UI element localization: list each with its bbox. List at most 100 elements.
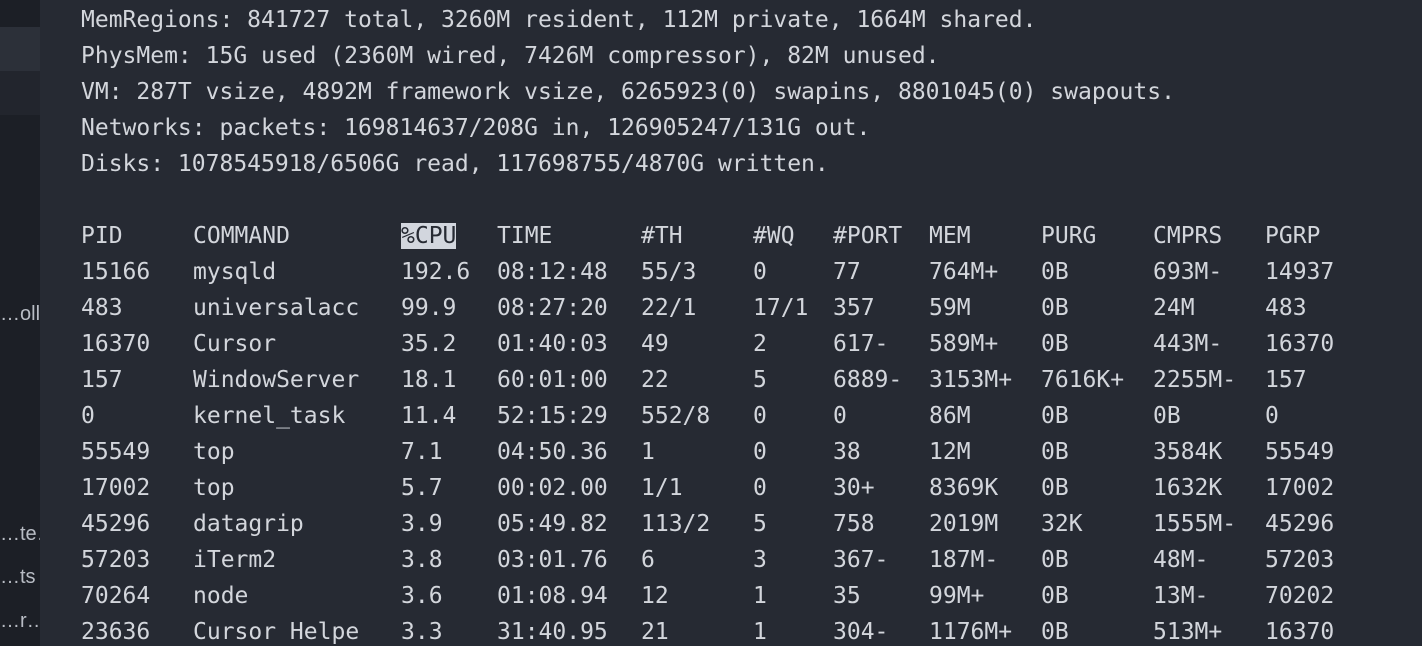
column-header-pgrp: PGRP	[1265, 223, 1321, 249]
cell-threads: 1/1	[641, 475, 683, 501]
cell-cpu: 3.6	[401, 583, 443, 609]
cell-command: top	[193, 439, 235, 465]
cell-wq: 0	[753, 475, 767, 501]
cell-threads: 21	[641, 619, 669, 645]
summary-networks: Networks: packets: 169814637/208G in, 12…	[81, 115, 871, 141]
column-header-purg: PURG	[1041, 223, 1097, 249]
cell-pgrp: 0	[1265, 403, 1279, 429]
cell-purg: 32K	[1041, 511, 1083, 537]
cell-cmprs: 1555M-	[1153, 511, 1237, 537]
sidebar-selected-item[interactable]	[0, 27, 40, 71]
cell-threads: 55/3	[641, 259, 697, 285]
cell-cpu: 99.9	[401, 295, 457, 321]
cell-mem: 3153M+	[929, 367, 1013, 393]
cell-cpu: 11.4	[401, 403, 457, 429]
cell-pgrp: 17002	[1265, 475, 1335, 501]
cell-purg: 0B	[1041, 403, 1069, 429]
cell-wq: 0	[753, 259, 767, 285]
cell-pid: 16370	[81, 331, 151, 357]
cell-pid: 57203	[81, 547, 151, 573]
cell-ports: 357	[833, 295, 875, 321]
cell-mem: 12M	[929, 439, 971, 465]
cell-time: 08:27:20	[497, 295, 608, 321]
cell-ports: 367-	[833, 547, 889, 573]
sidebar-item-label[interactable]: …r…	[0, 609, 40, 633]
cell-time: 05:49.82	[497, 511, 608, 537]
cell-command: Cursor Helpe	[193, 619, 360, 645]
cell-pgrp: 55549	[1265, 439, 1335, 465]
cell-pgrp: 16370	[1265, 331, 1335, 357]
cell-time: 00:02.00	[497, 475, 608, 501]
cell-pid: 15166	[81, 259, 151, 285]
column-header-cmprs: CMPRS	[1153, 223, 1223, 249]
cell-ports: 617-	[833, 331, 889, 357]
terminal-output[interactable]: MemRegions: 841727 total, 3260M resident…	[40, 0, 1422, 646]
cell-wq: 3	[753, 547, 767, 573]
cell-purg: 0B	[1041, 439, 1069, 465]
cell-ports: 304-	[833, 619, 889, 645]
cell-wq: 1	[753, 583, 767, 609]
cell-ports: 758	[833, 511, 875, 537]
cell-time: 08:12:48	[497, 259, 608, 285]
sidebar-item-label[interactable]: …oll…	[0, 302, 40, 326]
cell-ports: 38	[833, 439, 861, 465]
column-header-ports: #PORT	[833, 223, 903, 249]
cell-time: 31:40.95	[497, 619, 608, 645]
cell-pgrp: 14937	[1265, 259, 1335, 285]
column-header-threads: #TH	[641, 223, 683, 249]
cell-time: 52:15:29	[497, 403, 608, 429]
cell-mem: 589M+	[929, 331, 999, 357]
cell-mem: 1176M+	[929, 619, 1013, 645]
sidebar-item-label[interactable]: …te…	[0, 522, 40, 546]
cell-time: 01:08.94	[497, 583, 608, 609]
cell-cmprs: 48M-	[1153, 547, 1209, 573]
cell-threads: 12	[641, 583, 669, 609]
sidebar-panel: …oll… …te… …ts …r…	[0, 0, 40, 646]
cell-threads: 113/2	[641, 511, 711, 537]
cell-command: Cursor	[193, 331, 277, 357]
summary-memregions: MemRegions: 841727 total, 3260M resident…	[81, 7, 1037, 33]
cell-mem: 8369K	[929, 475, 999, 501]
cell-pid: 0	[81, 403, 95, 429]
cell-purg: 0B	[1041, 475, 1069, 501]
cell-cpu: 5.7	[401, 475, 443, 501]
sidebar-item[interactable]	[0, 71, 40, 115]
cell-command: kernel_task	[193, 403, 346, 429]
cell-ports: 0	[833, 403, 847, 429]
cell-wq: 17/1	[753, 295, 809, 321]
cell-mem: 86M	[929, 403, 971, 429]
cell-pid: 45296	[81, 511, 151, 537]
cell-mem: 764M+	[929, 259, 999, 285]
cell-command: top	[193, 475, 235, 501]
cell-pgrp: 45296	[1265, 511, 1335, 537]
cell-threads: 1	[641, 439, 655, 465]
cell-pgrp: 57203	[1265, 547, 1335, 573]
cell-cmprs: 693M-	[1153, 259, 1223, 285]
cell-pgrp: 483	[1265, 295, 1307, 321]
cell-purg: 7616K+	[1041, 367, 1125, 393]
cell-ports: 35	[833, 583, 861, 609]
cell-time: 03:01.76	[497, 547, 608, 573]
cell-purg: 0B	[1041, 331, 1069, 357]
cell-pgrp: 70202	[1265, 583, 1335, 609]
cell-cmprs: 3584K	[1153, 439, 1223, 465]
cell-ports: 77	[833, 259, 861, 285]
cell-cpu: 192.6	[401, 259, 471, 285]
summary-vm: VM: 287T vsize, 4892M framework vsize, 6…	[81, 79, 1175, 105]
cell-wq: 5	[753, 511, 767, 537]
cell-threads: 49	[641, 331, 669, 357]
cell-mem: 59M	[929, 295, 971, 321]
cell-cmprs: 2255M-	[1153, 367, 1237, 393]
cell-purg: 0B	[1041, 295, 1069, 321]
cell-cpu: 18.1	[401, 367, 457, 393]
cell-cmprs: 1632K	[1153, 475, 1223, 501]
cell-command: mysqld	[193, 259, 277, 285]
cell-cpu: 35.2	[401, 331, 457, 357]
cell-wq: 5	[753, 367, 767, 393]
column-header-command: COMMAND	[193, 223, 290, 249]
cell-cpu: 3.3	[401, 619, 443, 645]
column-header-wq: #WQ	[753, 223, 795, 249]
sidebar-item-label[interactable]: …ts	[0, 565, 40, 589]
cell-pid: 157	[81, 367, 123, 393]
cell-command: iTerm2	[193, 547, 277, 573]
